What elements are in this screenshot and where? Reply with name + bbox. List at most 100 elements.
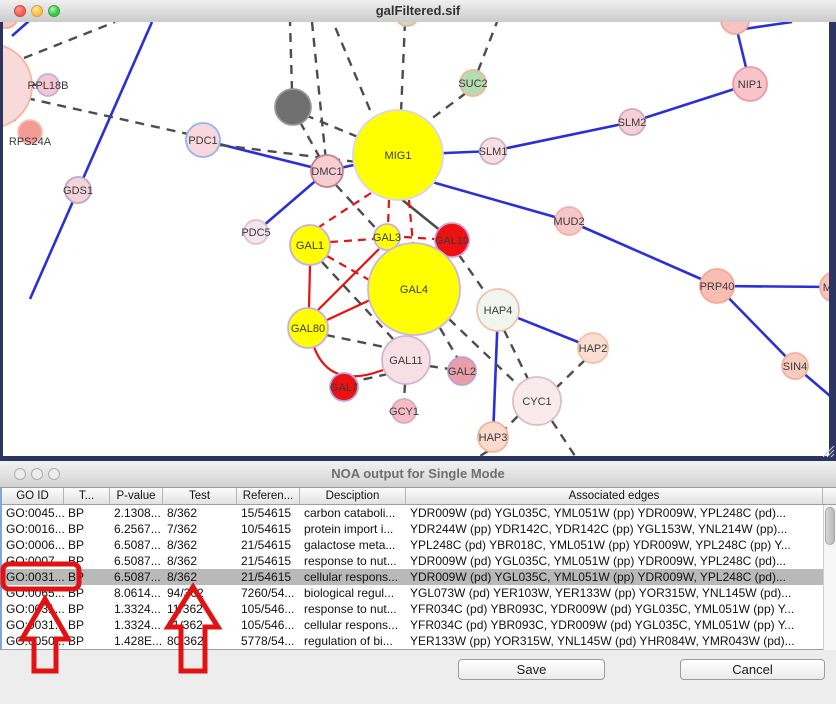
table-cell: 8/362 — [163, 553, 237, 569]
network-edge[interactable] — [300, 122, 320, 158]
network-edge[interactable] — [429, 366, 450, 369]
network-edge[interactable] — [309, 265, 310, 308]
table-cell: YDR244W (pp) YDR142C, YDR142C (pp) YGL15… — [406, 521, 823, 537]
table-cell: GO:0031... — [2, 617, 64, 633]
table-cell: BP — [64, 617, 110, 633]
minimize-button[interactable] — [31, 468, 43, 480]
table-row[interactable]: GO:0065...BP8.0614...94/3627260/54...bio… — [2, 585, 823, 601]
node-label-PRP40: PRP40 — [700, 281, 735, 293]
network-edge[interactable] — [327, 256, 371, 281]
network-edge[interactable] — [404, 384, 405, 400]
network-edge[interactable] — [319, 193, 371, 227]
network-edge[interactable] — [312, 22, 327, 171]
network-node-gray-node[interactable] — [275, 89, 311, 125]
table-row[interactable]: GO:0050...BP1.428E...80/3625778/54...reg… — [2, 633, 823, 649]
column-header-go-id[interactable]: GO ID — [2, 488, 64, 504]
table-row[interactable]: GO:0006...BP6.5087...8/36221/54615galact… — [2, 537, 823, 553]
table-cell: BP — [64, 553, 110, 569]
table-cell: 21/54615 — [237, 553, 300, 569]
network-edge[interactable] — [569, 221, 717, 286]
column-header-desciption[interactable]: Desciption — [300, 488, 406, 504]
table-cell: 2.1308... — [110, 505, 163, 521]
column-header-t-[interactable]: T... — [64, 488, 110, 504]
table-cell: carbon cataboli... — [300, 505, 406, 521]
network-canvas[interactable]: RPL18BRPS24AGDS1PDC1DMC1MIG1SUC2NIP1SLM2… — [0, 22, 836, 456]
table-row[interactable]: GO:0031...BP1.3324...11/362105/546...res… — [2, 601, 823, 617]
canvas-border-bottom — [0, 456, 836, 461]
table-row[interactable]: GO:0007...BP6.5087...8/36221/54615respon… — [2, 553, 823, 569]
table-cell: BP — [64, 569, 110, 585]
network-edge[interactable] — [326, 335, 384, 347]
table-cell: 8/362 — [163, 505, 237, 521]
table-cell: 1.3324... — [110, 617, 163, 633]
zoom-button[interactable] — [48, 468, 60, 480]
table-cell: YPL248C (pd) YBR018C, YML051W (pp) YDR00… — [406, 537, 823, 553]
table-cell: 6.5087... — [110, 553, 163, 569]
network-edge[interactable] — [330, 239, 374, 242]
network-graph[interactable]: RPL18BRPS24AGDS1PDC1DMC1MIG1SUC2NIP1SLM2… — [0, 22, 836, 456]
network-edge[interactable] — [425, 180, 569, 221]
network-edge[interactable] — [401, 22, 405, 112]
network-edge[interactable] — [427, 93, 466, 122]
network-edge[interactable] — [506, 416, 518, 428]
network-edge[interactable] — [327, 300, 370, 320]
column-header-referen-[interactable]: Referen... — [237, 488, 300, 504]
network-edge[interactable] — [632, 84, 750, 122]
table-row[interactable]: GO:0031...BP6.5087...8/36221/54615cellul… — [2, 569, 823, 585]
table-row[interactable]: GO:0045...BP2.1308...8/36215/54615carbon… — [2, 505, 823, 521]
table-scrollbar[interactable] — [823, 505, 836, 650]
close-button[interactable] — [14, 5, 26, 17]
noa-window-titlebar[interactable]: NOA output for Single Mode — [0, 461, 836, 488]
network-edge[interactable] — [552, 421, 577, 456]
node-label-GAL10: GAL10 — [435, 235, 469, 247]
column-header-p-value[interactable]: P-value — [110, 488, 163, 504]
network-edge[interactable] — [290, 22, 292, 90]
network-edge[interactable] — [333, 22, 370, 110]
table-cell: 80/362 — [163, 633, 237, 649]
network-edge[interactable] — [504, 330, 528, 379]
resize-grip[interactable] — [820, 444, 835, 458]
network-edge[interactable] — [24, 22, 115, 58]
network-edge[interactable] — [26, 98, 188, 134]
table-row[interactable]: GO:0016...BP6.2567...7/36210/54615protei… — [2, 521, 823, 537]
column-header-associated-edges[interactable]: Associated edges — [406, 488, 823, 504]
column-header-test[interactable]: Test — [163, 488, 237, 504]
table-cell: 94/362 — [163, 585, 237, 601]
network-edge[interactable] — [493, 122, 632, 151]
network-edge[interactable] — [404, 237, 435, 239]
network-edge[interactable] — [478, 22, 497, 71]
table-row[interactable]: GO:0031...BP1.3324...11/362105/546...cel… — [2, 617, 823, 633]
close-button[interactable] — [14, 468, 26, 480]
network-edge[interactable] — [459, 255, 487, 295]
table-header: GO IDT...P-valueTestReferen...Desciption… — [0, 488, 836, 505]
network-edge[interactable] — [30, 22, 152, 299]
network-edge[interactable] — [314, 347, 383, 376]
network-node-top-green[interactable] — [395, 22, 419, 26]
table-cell: BP — [64, 633, 110, 649]
table-cell: GO:0031... — [2, 569, 64, 585]
minimize-button[interactable] — [31, 5, 43, 17]
node-label-SIN4: SIN4 — [783, 361, 807, 373]
save-button[interactable]: Save — [458, 659, 605, 680]
network-edge[interactable] — [440, 328, 458, 359]
table-cell: 21/54615 — [237, 537, 300, 553]
network-edge[interactable] — [305, 115, 358, 137]
node-label-RPS24A: RPS24A — [9, 136, 52, 148]
network-node-top-right[interactable] — [721, 22, 749, 34]
network-edge[interactable] — [556, 360, 585, 388]
zoom-button[interactable] — [48, 5, 60, 17]
cancel-button[interactable]: Cancel — [680, 659, 825, 680]
node-label-RPL18B: RPL18B — [28, 80, 69, 92]
table-cell: YFR034C (pd) YBR093C, YDR009W (pd) YGL03… — [406, 617, 823, 633]
scrollbar-thumb[interactable] — [825, 507, 835, 545]
window-title: galFiltered.sif — [376, 3, 461, 18]
node-label-SUC2: SUC2 — [458, 78, 487, 90]
node-label-GAL1: GAL1 — [296, 240, 324, 252]
node-label-DMC1: DMC1 — [311, 166, 342, 178]
node-label-MIG1: MIG1 — [385, 150, 412, 162]
network-edge[interactable] — [388, 200, 389, 225]
table-cell: BP — [64, 537, 110, 553]
table-cell: GO:0045... — [2, 505, 64, 521]
table-cell: 11/362 — [163, 601, 237, 617]
network-window-titlebar[interactable]: galFiltered.sif — [0, 0, 836, 23]
